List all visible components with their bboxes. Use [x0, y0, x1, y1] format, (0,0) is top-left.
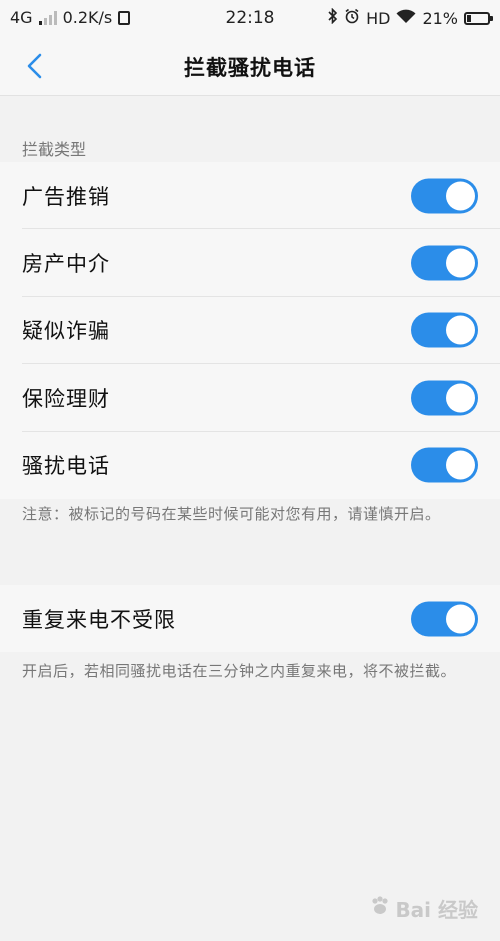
list-item: 重复来电不受限: [0, 585, 500, 652]
toggle-switch[interactable]: [411, 312, 478, 348]
watermark: Bai 经验: [369, 894, 478, 923]
alarm-icon: [344, 8, 360, 28]
hd-badge: HD: [366, 8, 391, 28]
toggle-knob: [446, 181, 475, 211]
item-label: 保险理财: [22, 386, 110, 411]
toggle-knob: [446, 450, 475, 480]
item-label: 骚扰电话: [22, 454, 110, 479]
repeat-call-section: 重复来电不受限: [0, 585, 500, 653]
item-label: 疑似诈骗: [22, 319, 110, 344]
item-label: 广告推销: [22, 184, 110, 209]
repeat-call-note: 开启后，若相同骚扰电话在三分钟之内重复来电，将不被拦截。: [22, 662, 457, 680]
bluetooth-icon: [328, 7, 338, 28]
list-item: 广告推销: [0, 162, 500, 230]
toggle-switch[interactable]: [411, 178, 478, 214]
battery-percent: 21%: [422, 8, 458, 28]
block-types-list: 广告推销 房产中介 疑似诈骗 保险理财 骚扰电话: [0, 162, 500, 499]
status-bar: 4G 0.2K/s 22:18 HD 21%: [0, 0, 500, 36]
toggle-switch[interactable]: [411, 601, 478, 637]
list-item: 保险理财: [0, 364, 500, 432]
section-title: 拦截类型: [22, 140, 87, 159]
toggle-knob: [446, 383, 475, 413]
item-label: 房产中介: [22, 252, 110, 277]
paw-icon: [369, 895, 391, 922]
list-item: 房产中介: [0, 229, 500, 297]
watermark-text: Bai 经验: [395, 898, 478, 922]
battery-fill: [467, 14, 471, 22]
toggle-switch[interactable]: [411, 245, 478, 281]
toggle-knob: [446, 315, 475, 345]
nav-bar: 拦截骚扰电话: [0, 36, 500, 96]
toggle-switch[interactable]: [411, 447, 478, 483]
warning-note: 注意：被标记的号码在某些时候可能对您有用，请谨慎开启。: [22, 505, 441, 523]
item-label: 重复来电不受限: [22, 607, 176, 632]
toggle-knob: [446, 604, 475, 634]
list-item: 骚扰电话: [0, 432, 500, 499]
wifi-icon: [396, 9, 416, 28]
toggle-knob: [446, 248, 475, 278]
page-title: 拦截骚扰电话: [184, 56, 316, 80]
toggle-switch[interactable]: [411, 380, 478, 416]
list-item: 疑似诈骗: [0, 297, 500, 365]
battery-icon: [464, 11, 493, 25]
